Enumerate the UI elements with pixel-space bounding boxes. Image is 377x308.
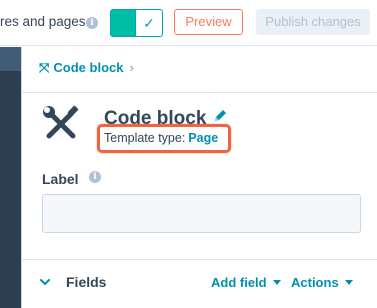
template-type-highlight: Template type: Page	[97, 124, 231, 153]
add-field-dropdown[interactable]: Add field	[211, 275, 281, 290]
pencil-icon[interactable]	[212, 108, 228, 124]
actions-dropdown[interactable]: Actions	[291, 275, 353, 290]
info-icon[interactable]: i	[89, 171, 101, 183]
tools-icon: ⤧	[39, 60, 50, 75]
left-dark-panel	[0, 47, 21, 308]
caret-down-icon	[272, 280, 281, 285]
template-type-label: Template type:	[104, 131, 186, 145]
caret-down-icon	[344, 280, 353, 285]
module-editor-panel: ⤧ Code block › Code block Template type: Pa…	[21, 47, 377, 308]
template-type-value-link[interactable]: Page	[188, 131, 218, 145]
label-field-title: Label	[42, 171, 79, 187]
apply-changes-label: res and pages	[0, 14, 86, 29]
fields-section-title: Fields	[66, 274, 107, 290]
label-input[interactable]	[42, 194, 361, 233]
check-icon: ✓	[135, 10, 162, 36]
info-icon[interactable]: i	[86, 17, 98, 29]
preview-button[interactable]: Preview	[174, 9, 243, 35]
fields-section-header: Fields Add field Actions	[22, 259, 377, 308]
breadcrumb[interactable]: ⤧ Code block ›	[39, 60, 134, 76]
actions-label: Actions	[291, 275, 339, 290]
chevron-down-icon[interactable]	[39, 276, 51, 288]
breadcrumb-label: Code block	[53, 60, 124, 75]
chevron-right-icon: ›	[129, 60, 134, 75]
left-panel-header-strip	[0, 47, 21, 71]
tools-icon	[43, 105, 79, 139]
add-field-label: Add field	[211, 275, 267, 290]
apply-changes-toggle[interactable]: ✓	[110, 9, 163, 37]
editor-top-bar: res and pages i ✓ Preview Publish change…	[0, 0, 377, 46]
breadcrumb-bar: ⤧ Code block ›	[22, 47, 377, 93]
publish-changes-button[interactable]: Publish changes	[256, 9, 370, 35]
